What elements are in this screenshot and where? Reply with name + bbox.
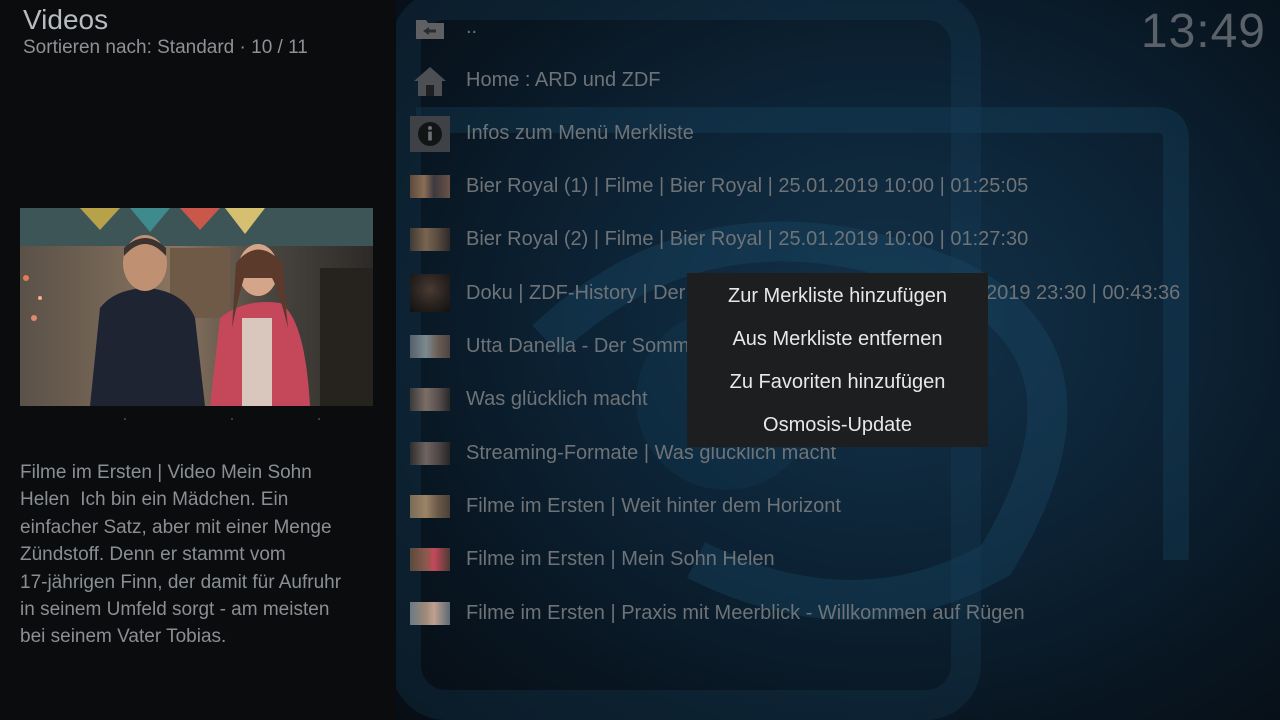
- list-item-label: Home : ARD und ZDF: [466, 69, 661, 91]
- video-thumbnail-icon: [410, 388, 450, 411]
- list-item-label: Was glücklich macht: [466, 388, 648, 410]
- video-thumbnail-icon: [410, 175, 450, 198]
- list-item-label: ..: [466, 16, 478, 38]
- video-thumbnail-icon: [410, 228, 450, 251]
- menu-item-remove-watchlist[interactable]: Aus Merkliste entfernen: [687, 318, 988, 361]
- list-item-video[interactable]: Bier Royal (2) | Filme | Bier Royal | 25…: [408, 214, 1278, 267]
- list-item-label: Utta Danella - Der Somm: [466, 335, 690, 357]
- video-still-image: [20, 208, 373, 406]
- video-thumbnail-icon: [410, 442, 450, 465]
- list-item-label: Filme im Ersten | Praxis mit Meerblick -…: [466, 602, 1025, 624]
- list-item-video[interactable]: Bier Royal (1) | Filme | Bier Royal | 25…: [408, 161, 1278, 214]
- video-thumbnail-icon: [410, 335, 450, 358]
- info-icon: [410, 116, 450, 152]
- list-item-video[interactable]: Filme im Ersten | Praxis mit Meerblick -…: [408, 588, 1278, 641]
- sort-info: Sortieren nach: Standard · 10 / 11: [23, 37, 308, 58]
- page-title: Videos: [23, 4, 109, 35]
- video-thumbnail-icon: [410, 548, 450, 571]
- menu-item-add-watchlist[interactable]: Zur Merkliste hinzufügen: [687, 275, 988, 318]
- home-icon: [410, 63, 450, 99]
- list-item-home[interactable]: Home : ARD und ZDF: [408, 55, 1278, 108]
- list-item-label-tail: 2019 23:30 | 00:43:36: [986, 282, 1181, 304]
- list-item-label: Filme im Ersten | Mein Sohn Helen: [466, 548, 775, 570]
- menu-item-osmosis-update[interactable]: Osmosis-Update: [687, 404, 988, 447]
- folder-back-icon: [410, 10, 450, 46]
- video-thumbnail-icon: [410, 602, 450, 625]
- plot-description: Filme im Ersten | Video Mein Sohn Helen …: [20, 462, 342, 648]
- list-item-info[interactable]: Infos zum Menü Merkliste: [408, 108, 1278, 161]
- context-menu: Zur Merkliste hinzufügen Aus Merkliste e…: [687, 273, 988, 447]
- list-item-parent[interactable]: ..: [408, 2, 1278, 55]
- list-item-video[interactable]: Filme im Ersten | Weit hinter dem Horizo…: [408, 481, 1278, 534]
- list-item-label: Bier Royal (2) | Filme | Bier Royal | 25…: [466, 228, 1029, 250]
- list-item-label: Infos zum Menü Merkliste: [466, 122, 694, 144]
- list-item-label: Bier Royal (1) | Filme | Bier Royal | 25…: [466, 175, 1029, 197]
- menu-item-add-favorites[interactable]: Zu Favoriten hinzufügen: [687, 361, 988, 404]
- media-center-screen: Videos Sortieren nach: Standard · 10 / 1…: [0, 0, 1280, 720]
- list-item-label: Doku | ZDF-History | Der: [466, 282, 686, 304]
- video-thumbnail-icon: [410, 274, 450, 312]
- rating-dots: [20, 418, 373, 430]
- video-thumbnail-icon: [410, 495, 450, 518]
- list-item-label: Filme im Ersten | Weit hinter dem Horizo…: [466, 495, 841, 517]
- list-item-video[interactable]: Filme im Ersten | Mein Sohn Helen: [408, 534, 1278, 587]
- info-panel: Videos Sortieren nach: Standard · 10 / 1…: [0, 0, 396, 720]
